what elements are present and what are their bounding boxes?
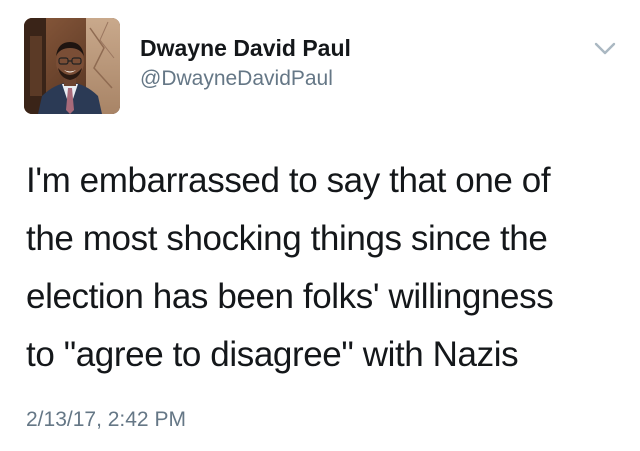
tweet-text: I'm embarrassed to say that one of the m… bbox=[26, 152, 626, 384]
tweet-timestamp[interactable]: 2/13/17, 2:42 PM bbox=[26, 407, 186, 433]
tweet-text-line: to "agree to disagree" with Nazis bbox=[26, 335, 519, 374]
tweet-text-line: I'm embarrassed to say that one of bbox=[26, 161, 551, 200]
user-handle[interactable]: @DwayneDavidPaul bbox=[140, 66, 333, 92]
tweet-text-line: the most shocking things since the bbox=[26, 219, 548, 258]
chevron-down-icon[interactable] bbox=[594, 42, 616, 56]
display-name[interactable]: Dwayne David Paul bbox=[140, 34, 351, 62]
tweet-text-line: election has been folks' willingness bbox=[26, 277, 554, 316]
avatar-photo bbox=[24, 18, 120, 114]
avatar[interactable] bbox=[24, 18, 120, 114]
tweet-card: Dwayne David Paul @DwayneDavidPaul I'm e… bbox=[0, 0, 640, 451]
